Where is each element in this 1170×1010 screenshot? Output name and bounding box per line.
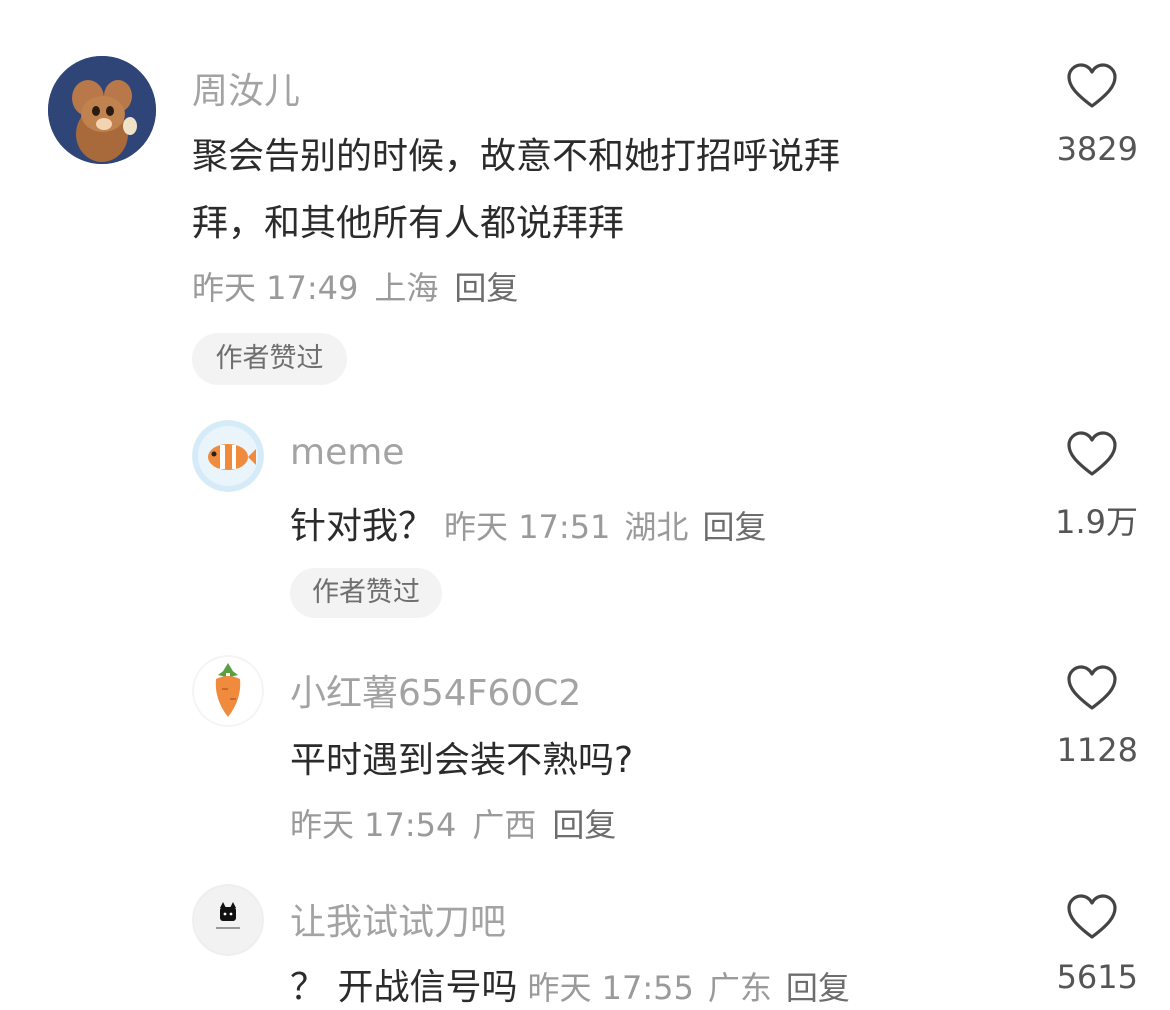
timestamp: 昨天 17:49 [192,269,359,307]
timestamp: 昨天 17:54 [290,806,457,844]
comment-meta: 昨天 17:54 广西 回复 [290,800,616,846]
cartoon-mouse-avatar[interactable] [48,56,156,164]
clownfish-avatar[interactable] [192,420,264,492]
comment-text: 聚会告别的时候，故意不和她打招呼说拜 [192,136,841,177]
comment-meta: 昨天 17:51 湖北 回复 [444,508,766,546]
location: 上海 [374,269,439,307]
timestamp: 昨天 17:55 [527,969,694,1007]
like-count: 1128 [1056,731,1138,769]
heart-icon[interactable] [1066,893,1118,941]
like-count: 5615 [1056,958,1138,996]
comment-text: 拜，和其他所有人都说拜拜 [192,203,625,244]
comment-text: 平时遇到会装不熟吗? [290,740,634,781]
comment-item: 周汝儿 聚会告别的时候，故意不和她打招呼说拜 拜，和其他所有人都说拜拜 昨天 1… [0,0,1170,400]
location: 广西 [472,806,537,844]
black-cat-avatar[interactable] [192,884,264,956]
like-count: 3829 [1056,130,1138,168]
reply-button[interactable]: 回复 [552,806,616,844]
comment-text-row: 针对我？ 昨天 17:51 湖北 回复 [290,497,766,549]
username[interactable]: meme [290,432,404,473]
author-liked-badge: 作者赞过 [192,333,347,385]
like-count: 1.9万 [1055,503,1138,541]
username[interactable]: 周汝儿 [192,62,300,114]
comment-meta: 昨天 17:49 上海 回复 [192,263,518,309]
comment-text-row: ？ 开战信号吗 昨天 17:55 广东 回复 [290,958,850,1010]
heart-icon[interactable] [1066,664,1118,712]
carrot-avatar[interactable] [192,655,264,727]
reply-button[interactable]: 回复 [786,969,850,1007]
reply-button[interactable]: 回复 [702,508,766,546]
comment-text: 针对我？ [290,506,435,547]
location: 广东 [707,969,772,1007]
timestamp: 昨天 17:51 [444,508,611,546]
location: 湖北 [624,508,689,546]
comment-meta: 昨天 17:55 广东 回复 [527,969,849,1007]
username[interactable]: 让我试试刀吧 [290,893,506,945]
username[interactable]: 小红薯654F60C2 [290,664,581,716]
heart-icon[interactable] [1066,62,1118,110]
author-liked-badge: 作者赞过 [290,568,442,618]
reply-button[interactable]: 回复 [454,269,518,307]
comment-text: ？ 开战信号吗 [290,967,518,1008]
heart-icon[interactable] [1066,430,1118,478]
